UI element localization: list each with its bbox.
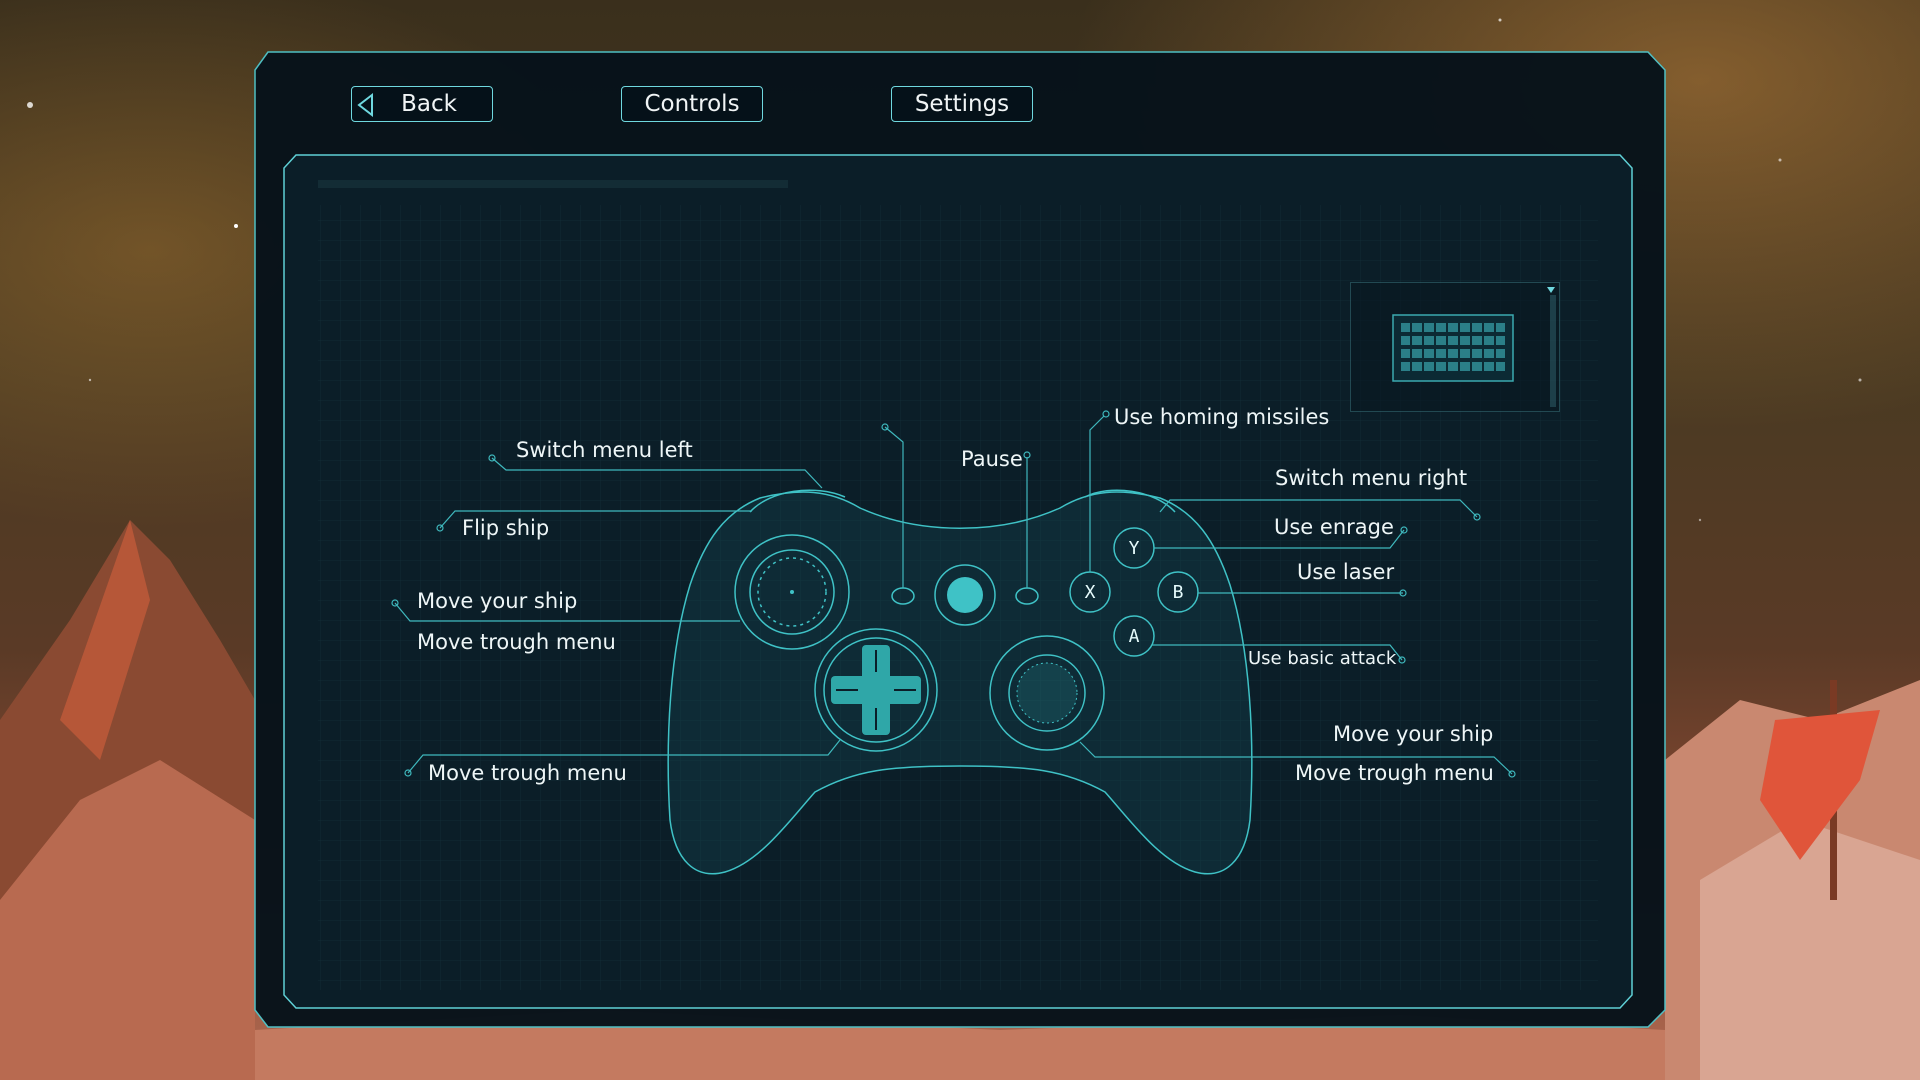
label-switch-menu-right: Switch menu right bbox=[1275, 466, 1468, 490]
button-a-letter: A bbox=[1129, 626, 1140, 647]
guide-button bbox=[947, 577, 983, 613]
label-use-laser: Use laser bbox=[1297, 560, 1395, 584]
label-move-your-ship-left: Move your ship bbox=[417, 589, 578, 613]
label-move-your-ship-right: Move your ship bbox=[1333, 722, 1494, 746]
gamepad-outline bbox=[667, 491, 1253, 875]
label-move-trough-menu-right: Move trough menu bbox=[1295, 761, 1494, 785]
label-move-trough-menu-dpad: Move trough menu bbox=[428, 761, 627, 785]
label-use-basic-attack: Use basic attack bbox=[1248, 648, 1397, 669]
label-use-enrage: Use enrage bbox=[1274, 515, 1394, 539]
label-use-homing-missiles: Use homing missiles bbox=[1114, 405, 1330, 429]
gamepad-diagram: Y X B A bbox=[391, 410, 1516, 875]
button-b-letter: B bbox=[1173, 582, 1184, 603]
label-move-trough-menu-left: Move trough menu bbox=[417, 630, 616, 654]
label-pause: Pause bbox=[961, 447, 1023, 471]
label-switch-menu-left: Switch menu left bbox=[516, 438, 693, 462]
button-y-letter: Y bbox=[1129, 538, 1140, 559]
button-x-letter: X bbox=[1085, 582, 1096, 603]
label-flip-ship: Flip ship bbox=[462, 516, 550, 540]
